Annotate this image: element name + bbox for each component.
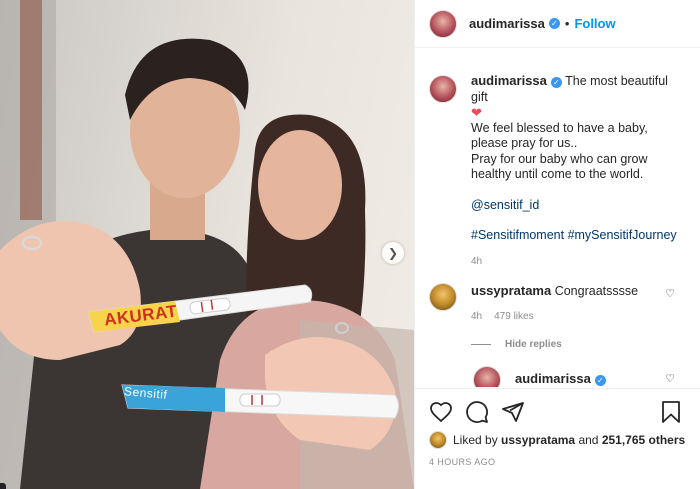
hide-replies-label: Hide replies: [505, 339, 562, 350]
post-sidebar: audimarissa ✓ • Follow audimarissa ✓ The …: [414, 0, 700, 489]
comment-text: Congraatsssse: [554, 284, 639, 298]
liked-by-count[interactable]: 251,765 others: [602, 433, 685, 447]
caption-first-line: audimarissa ✓ The most beautiful gift: [471, 73, 685, 105]
header-separator: •: [564, 16, 570, 31]
reply-item: audimarissa ✓ ♡: [415, 350, 700, 387]
comment-username[interactable]: ussypratama: [471, 283, 551, 298]
chevron-right-icon: ❯: [387, 246, 399, 260]
verified-badge-icon: ✓: [550, 77, 562, 88]
header-username[interactable]: audimarissa: [469, 16, 545, 31]
post-header: audimarissa ✓ • Follow: [415, 0, 700, 48]
corner-marker: [0, 483, 6, 489]
caption-line: please pray for us..: [471, 136, 578, 150]
liked-by-summary: Liked by ussypratama and 251,765 others: [429, 431, 687, 449]
follow-button[interactable]: Follow: [574, 16, 615, 31]
post-actions: Liked by ussypratama and 251,765 others …: [415, 388, 700, 467]
post-caption: audimarissa ✓ The most beautiful gift ❤ W…: [415, 57, 700, 269]
reply-body: audimarissa ✓: [515, 371, 606, 387]
liked-by-prefix: Liked by: [453, 433, 498, 447]
photo-illustration: [0, 0, 414, 489]
hide-replies-button[interactable]: Hide replies: [471, 339, 700, 350]
heart-icon[interactable]: [429, 400, 453, 424]
heart-emoji: ❤: [471, 105, 482, 120]
comment-time[interactable]: 4h: [471, 311, 482, 322]
avatar[interactable]: [429, 75, 457, 103]
caption-line: Pray for our baby who can grow: [471, 151, 648, 166]
avatar[interactable]: [429, 9, 457, 38]
avatar[interactable]: [473, 366, 501, 387]
caption-username[interactable]: audimarissa: [471, 73, 547, 88]
caption-time[interactable]: 4h: [471, 256, 482, 267]
verified-badge-icon: ✓: [548, 18, 560, 29]
liked-by-user[interactable]: ussypratama: [501, 433, 575, 447]
hashtags-link[interactable]: #Sensitifmoment #mySensitifJourney: [471, 228, 685, 244]
caption-line: We feel blessed to have a baby,: [471, 120, 648, 135]
action-icons: [429, 397, 687, 427]
liked-by-middle: and: [578, 433, 599, 447]
avatar[interactable]: [429, 283, 457, 311]
verified-badge-icon: ✓: [594, 375, 606, 386]
caption-meta: 4h: [471, 254, 685, 270]
comment-item: ussypratama Congraatsssse 4h 479 likes ♡: [415, 269, 700, 325]
post-photo[interactable]: AKURAT Sensitif ❯: [0, 0, 414, 489]
avatar[interactable]: [429, 431, 447, 449]
divider: [471, 344, 491, 345]
comment-meta: 4h 479 likes: [471, 309, 638, 325]
bookmark-icon[interactable]: [659, 400, 683, 424]
mention-link[interactable]: @sensitif_id: [471, 198, 685, 214]
heart-outline-icon[interactable]: ♡: [665, 372, 675, 385]
share-icon[interactable]: [501, 400, 525, 424]
comments-list[interactable]: audimarissa ✓ The most beautiful gift ❤ W…: [415, 57, 700, 387]
comment-icon[interactable]: [465, 400, 489, 424]
post-timestamp[interactable]: 4 HOURS AGO: [429, 457, 687, 467]
reply-username[interactable]: audimarissa: [515, 371, 591, 386]
caption-line: healthy until come to the world.: [471, 167, 644, 181]
caption-body: audimarissa ✓ The most beautiful gift ❤ W…: [471, 73, 685, 269]
comment-body: ussypratama Congraatsssse 4h 479 likes: [471, 283, 638, 325]
next-photo-button[interactable]: ❯: [382, 242, 404, 264]
comment-likes[interactable]: 479 likes: [494, 311, 533, 322]
heart-outline-icon[interactable]: ♡: [665, 287, 675, 300]
